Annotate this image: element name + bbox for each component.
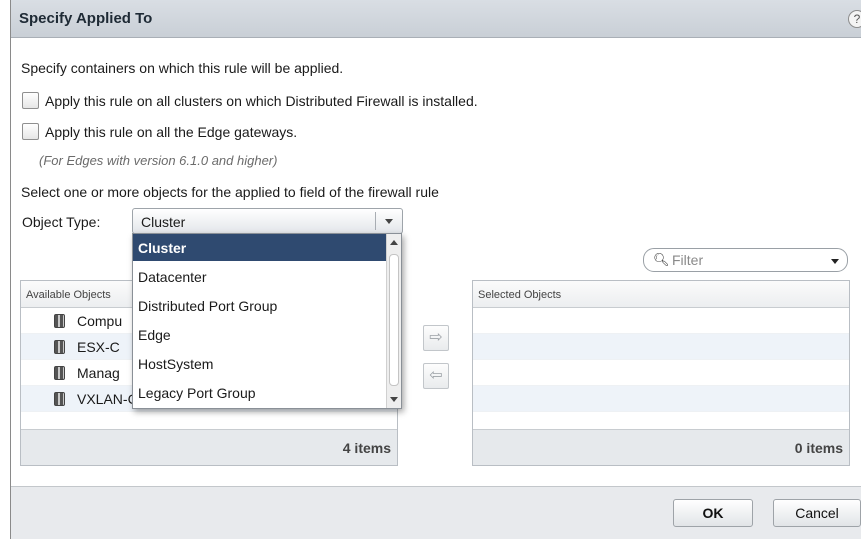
move-right-button[interactable]: ⇨ — [423, 325, 449, 351]
object-type-dropdown-list[interactable]: Cluster Datacenter Distributed Port Grou… — [132, 233, 402, 409]
selected-objects-header: Selected Objects — [473, 281, 849, 308]
empty-row — [473, 308, 849, 334]
scroll-up-icon[interactable] — [390, 240, 398, 245]
dropdown-option[interactable]: Legacy Port Group — [133, 379, 387, 406]
object-type-select[interactable]: Cluster — [132, 208, 403, 234]
all-edges-checkbox[interactable] — [22, 123, 39, 140]
scroll-down-icon[interactable] — [390, 397, 398, 402]
intro-text: Specify containers on which this rule wi… — [21, 60, 344, 76]
move-left-button[interactable]: ⇦ — [423, 363, 449, 389]
selected-count: 0 items — [794, 440, 843, 456]
help-icon[interactable]: ? — [848, 10, 861, 28]
cancel-button[interactable]: Cancel — [773, 499, 861, 527]
chevron-down-icon[interactable] — [385, 219, 393, 224]
object-type-label: Object Type: — [22, 214, 101, 230]
select-instruction: Select one or more objects for the appli… — [21, 184, 439, 200]
object-type-value: Cluster — [141, 214, 186, 230]
dialog-title: Specify Applied To — [19, 10, 153, 27]
filter-input[interactable]: 🔍︎ Filter — [643, 248, 848, 272]
all-clusters-label[interactable]: Apply this rule on all clusters on which… — [45, 93, 478, 109]
ok-button[interactable]: OK — [673, 499, 753, 527]
cluster-icon — [54, 340, 65, 354]
combo-separator — [375, 212, 376, 230]
available-count: 4 items — [342, 440, 391, 456]
arrow-left-icon: ⇦ — [429, 367, 443, 384]
specify-applied-to-dialog: Specify Applied To ? Specify containers … — [10, 0, 861, 539]
list-item-label: Manag — [77, 365, 120, 381]
cluster-icon — [54, 366, 65, 380]
edge-version-note: (For Edges with version 6.1.0 and higher… — [39, 153, 278, 168]
filter-dropdown-icon[interactable] — [831, 259, 839, 264]
dropdown-option[interactable]: Distributed Port Group — [133, 292, 387, 319]
empty-row — [473, 334, 849, 360]
list-item-label: Compu — [77, 313, 123, 329]
selected-objects-panel: Selected Objects 0 items — [472, 280, 850, 466]
dropdown-scrollbar[interactable] — [386, 234, 401, 408]
search-icon: 🔍︎ — [653, 252, 670, 267]
arrow-right-icon: ⇨ — [429, 329, 443, 346]
cluster-icon — [54, 392, 65, 406]
all-clusters-checkbox[interactable] — [22, 92, 39, 109]
all-edges-label[interactable]: Apply this rule on all the Edge gateways… — [45, 124, 297, 140]
dropdown-option[interactable]: Edge — [133, 321, 387, 348]
empty-row — [473, 360, 849, 386]
filter-placeholder: Filter — [672, 252, 704, 268]
dropdown-option[interactable]: HostSystem — [133, 350, 387, 377]
available-objects-footer: 4 items — [21, 429, 397, 465]
list-item-label: ESX-C — [77, 339, 120, 355]
dropdown-option[interactable]: Cluster — [133, 234, 387, 261]
scrollbar-thumb[interactable] — [389, 254, 399, 386]
cluster-icon — [54, 314, 65, 328]
selected-objects-footer: 0 items — [473, 429, 849, 465]
empty-row — [473, 386, 849, 412]
dropdown-option[interactable]: Datacenter — [133, 263, 387, 290]
dialog-titlebar: Specify Applied To ? — [11, 0, 861, 38]
